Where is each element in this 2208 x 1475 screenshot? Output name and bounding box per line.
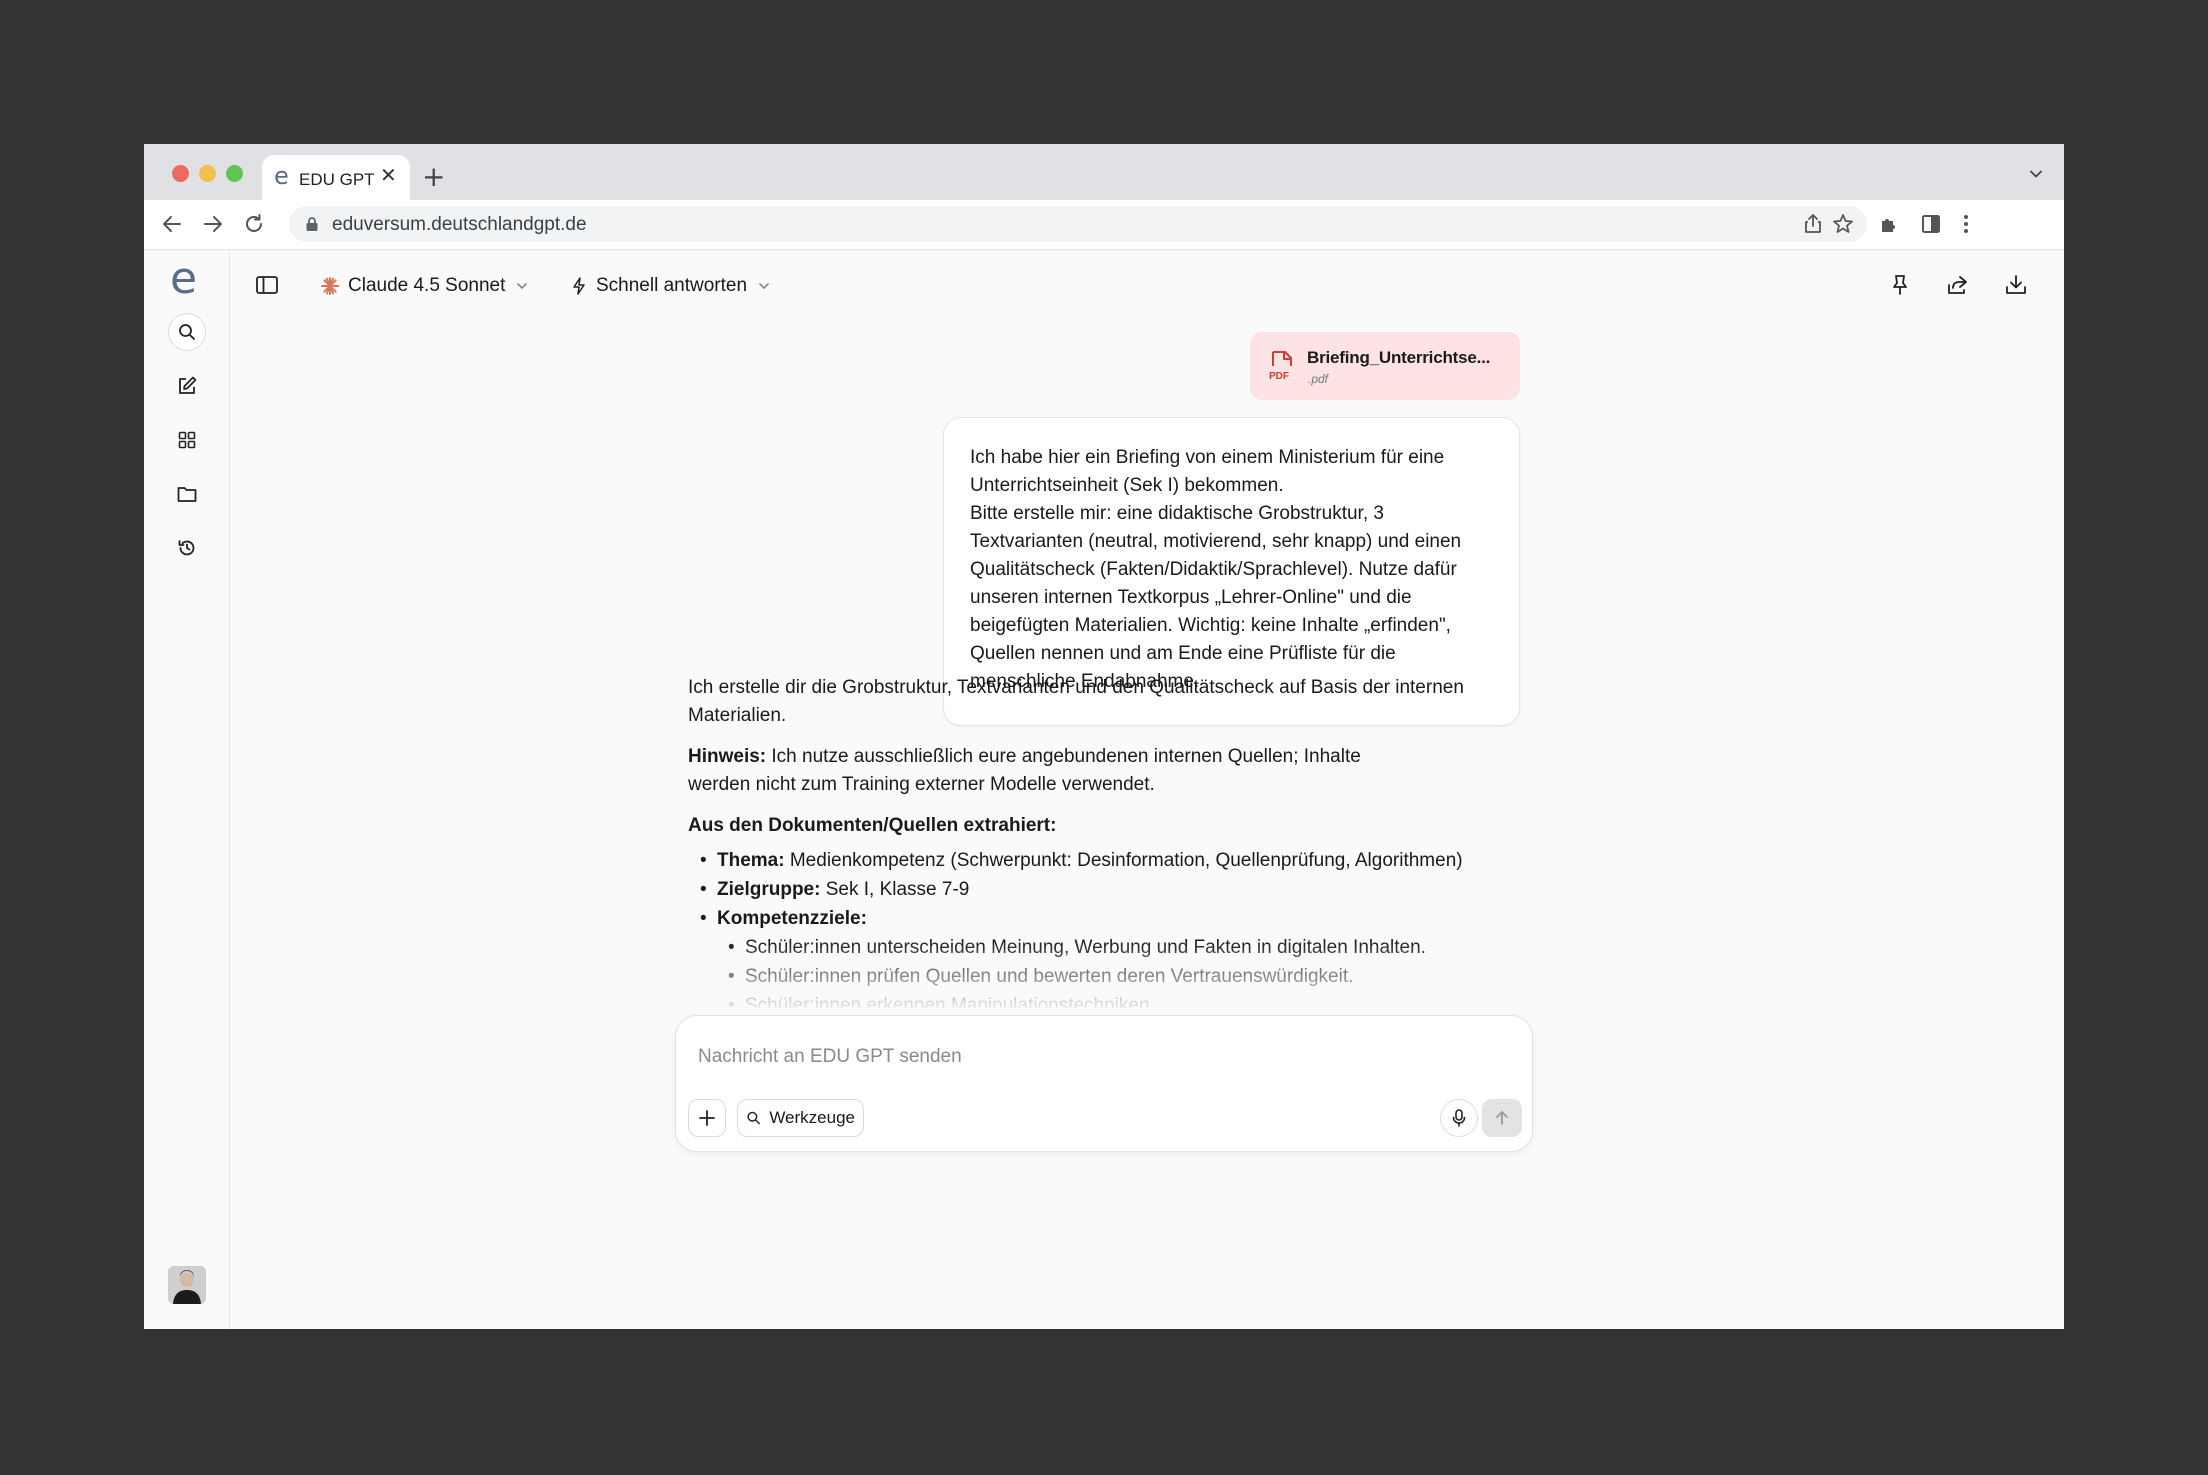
pdf-file-icon: PDF	[1269, 351, 1292, 382]
sidebar-search-button[interactable]	[168, 313, 206, 351]
chevron-down-icon	[759, 283, 769, 289]
attachment-chip[interactable]: PDF Briefing_Unterrichtse... .pdf	[1250, 332, 1520, 400]
model-selector[interactable]: Claude 4.5 Sonnet	[320, 270, 529, 302]
competence-list: Schüler:innen unterscheiden Meinung, Wer…	[717, 933, 1533, 1008]
model-label: Claude 4.5 Sonnet	[348, 275, 506, 296]
forward-arrow-icon[interactable]	[201, 212, 225, 236]
list-item: Kompetenzziele: Schüler:innen unterschei…	[700, 904, 1533, 1008]
lightning-icon	[573, 277, 585, 295]
browser-tab[interactable]: e EDU GPT ✕	[262, 155, 410, 200]
download-icon[interactable]	[2003, 272, 2029, 298]
new-tab-button[interactable]: +	[422, 163, 445, 191]
search-icon	[179, 324, 195, 340]
folder-icon	[177, 487, 197, 502]
user-message-paragraph: Bitte erstelle mir: eine didaktische Gro…	[970, 503, 1462, 692]
extracted-list: Thema: Medienkompetenz (Schwerpunkt: Des…	[688, 846, 1533, 1008]
minimize-window-button[interactable]	[199, 165, 216, 182]
pin-icon[interactable]	[1887, 272, 1913, 298]
back-arrow-icon[interactable]	[160, 212, 184, 236]
tools-button[interactable]: Werkzeuge	[737, 1099, 864, 1137]
sidebar: e	[144, 250, 230, 1329]
apps-grid-icon	[178, 431, 196, 449]
maximize-window-button[interactable]	[226, 165, 243, 182]
add-attachment-button[interactable]	[688, 1099, 726, 1137]
list-item: Zielgruppe: Sek I, Klasse 7-9	[700, 875, 1533, 904]
voice-input-button[interactable]	[1440, 1099, 1478, 1137]
list-item: Schüler:innen erkennen Manipulationstech…	[728, 991, 1533, 1008]
chevron-down-icon	[517, 283, 528, 289]
sidebar-new-chat-button[interactable]	[168, 367, 206, 405]
tab-favicon: e	[274, 162, 289, 190]
tab-search-chevron-icon[interactable]	[2028, 166, 2044, 182]
close-window-button[interactable]	[172, 165, 189, 182]
sidebar-history-button[interactable]	[168, 529, 206, 567]
attachment-extension: .pdf	[1308, 372, 1329, 386]
toggle-sidebar-icon[interactable]	[254, 272, 280, 298]
browser-window: e EDU GPT ✕ + eduversum.deutschlandgpt.d…	[144, 144, 2064, 1329]
send-button[interactable]	[1482, 1099, 1522, 1137]
new-chat-icon	[179, 376, 197, 394]
claude-starburst-icon	[321, 277, 339, 295]
microphone-icon	[1452, 1109, 1466, 1127]
url-text: eduversum.deutschlandgpt.de	[332, 214, 587, 235]
list-item: Schüler:innen prüfen Quellen und bewerte…	[728, 962, 1533, 991]
history-icon	[178, 540, 195, 556]
hint-label: Hinweis:	[688, 746, 767, 767]
extracted-heading: Aus den Dokumenten/Quellen extrahiert:	[688, 815, 1057, 836]
address-bar[interactable]: eduversum.deutschlandgpt.de	[289, 206, 1867, 242]
bookmark-star-icon[interactable]	[1831, 212, 1855, 236]
arrow-up-icon	[1496, 1111, 1508, 1125]
extensions-icon[interactable]	[1877, 212, 1901, 236]
tab-title: EDU GPT	[299, 170, 375, 189]
browser-toolbar: eduversum.deutschlandgpt.de	[144, 200, 2064, 250]
tab-close-icon[interactable]: ✕	[380, 166, 397, 186]
response-mode-selector[interactable]: Schnell antworten	[570, 270, 771, 302]
share-icon[interactable]	[1945, 272, 1971, 298]
pdf-badge: PDF	[1269, 371, 1289, 382]
side-panel-icon[interactable]	[1919, 212, 1943, 236]
list-item: Schüler:innen unterscheiden Meinung, Wer…	[728, 933, 1533, 962]
user-avatar[interactable]	[168, 1266, 206, 1304]
app-area: e Claude 4.5 Sonnet Schnell antworten PD…	[144, 250, 2064, 1329]
reload-icon[interactable]	[242, 212, 266, 236]
user-message-paragraph: Ich habe hier ein Briefing von einem Min…	[970, 447, 1445, 496]
search-icon	[747, 1111, 760, 1125]
reply-intro: Ich erstelle dir die Grobstruktur, Textv…	[688, 677, 1464, 726]
list-item: Thema: Medienkompetenz (Schwerpunkt: Des…	[700, 846, 1533, 875]
assistant-message: Ich erstelle dir die Grobstruktur, Textv…	[688, 674, 1533, 1008]
share-icon[interactable]	[1801, 212, 1825, 236]
attachment-name: Briefing_Unterrichtse...	[1307, 348, 1491, 367]
sidebar-apps-button[interactable]	[168, 421, 206, 459]
message-input[interactable]	[698, 1040, 1478, 1074]
response-mode-label: Schnell antworten	[596, 275, 748, 296]
hint-text: Ich nutze ausschließlich eure angebunden…	[766, 746, 1361, 767]
hint-text-line2: werden nicht zum Training externer Model…	[688, 774, 1155, 795]
sidebar-folders-button[interactable]	[168, 475, 206, 513]
message-composer: Werkzeuge	[675, 1015, 1533, 1152]
tab-strip: e EDU GPT ✕ +	[144, 144, 2064, 200]
tools-label: Werkzeuge	[769, 1108, 855, 1127]
browser-menu-icon[interactable]	[1954, 212, 1978, 236]
lock-icon	[306, 217, 318, 231]
reply-hint: Hinweis: Ich nutze ausschließlich eure a…	[688, 743, 1533, 799]
brand-logo[interactable]: e	[170, 252, 197, 306]
plus-icon	[699, 1110, 715, 1126]
